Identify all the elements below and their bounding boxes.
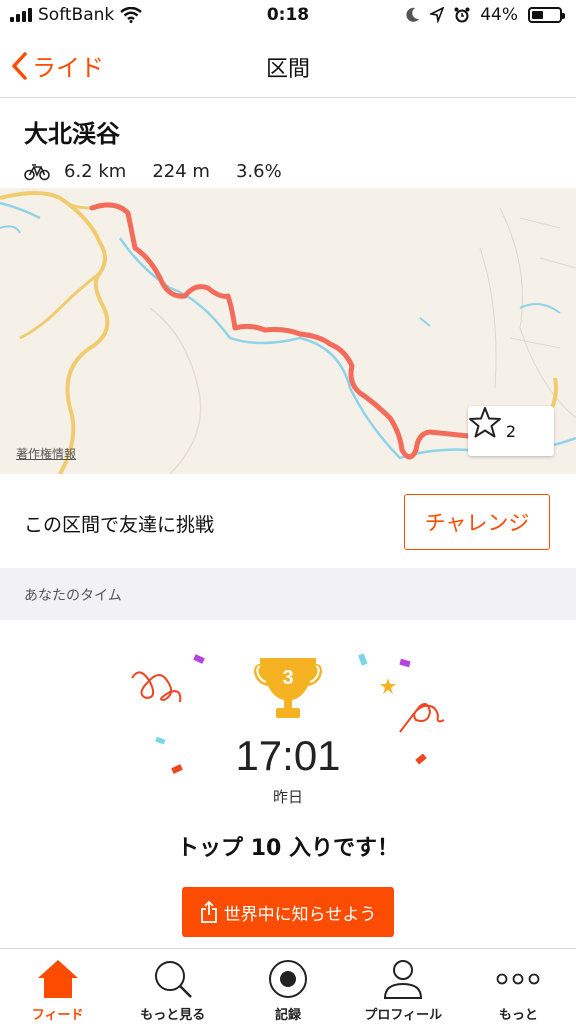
bicycle-icon	[24, 163, 50, 180]
your-time-card: 3 17:01 昨日 トップ 10 入りです！ 世界中に知らせよう	[0, 620, 576, 948]
segment-grade: 3.6%	[235, 161, 282, 182]
battery-percent: 44%	[480, 5, 518, 25]
more-icon	[495, 957, 541, 1001]
challenge-button[interactable]: チャレンジ	[404, 494, 550, 550]
profile-icon	[380, 957, 426, 1001]
tab-label: フィード	[31, 1008, 84, 1023]
home-icon	[35, 957, 81, 1001]
nav-bar: ライド 区間	[0, 32, 576, 98]
segment-time-date: 昨日	[272, 788, 303, 806]
share-icon	[200, 900, 217, 923]
your-time-header: あなたのタイム	[24, 588, 122, 604]
share-button[interactable]: 世界中に知らせよう	[182, 887, 394, 937]
trophy-icon: 3	[254, 658, 322, 718]
segment-stats: 6.2 km 224 m 3.6%	[24, 161, 308, 182]
segment-header: 大北渓谷 6.2 km 224 m 3.6%	[24, 114, 308, 182]
star-count: 2	[505, 421, 517, 441]
segment-name: 大北渓谷	[24, 120, 120, 148]
tab-label: 記録	[275, 1008, 302, 1023]
segment-distance: 6.2 km	[64, 161, 127, 182]
share-button-label: 世界中に知らせよう	[223, 904, 377, 925]
tab-explore[interactable]: もっと見る	[115, 949, 230, 1024]
record-icon	[265, 957, 311, 1001]
tab-profile[interactable]: プロフィール	[346, 949, 461, 1024]
svg-text:3: 3	[282, 667, 293, 689]
moon-icon	[406, 7, 420, 22]
star-segment-button[interactable]: 2	[468, 406, 554, 456]
tab-bar: フィード もっと見る 記録 プロフィール もっと	[0, 948, 576, 1024]
status-bar: SoftBank 0:18 44%	[0, 0, 576, 32]
tab-feed[interactable]: フィード	[0, 949, 115, 1024]
location-icon	[430, 7, 445, 23]
challenge-text: この区間で友達に挑戦	[24, 514, 215, 536]
tab-more[interactable]: もっと	[461, 949, 576, 1024]
tab-record[interactable]: 記録	[230, 949, 345, 1024]
alarm-icon	[454, 7, 470, 23]
tab-label: もっと見る	[140, 1008, 206, 1023]
tab-label: もっと	[498, 1008, 538, 1023]
battery-icon	[528, 7, 565, 23]
segment-map[interactable]: 著作権情報 2	[0, 188, 576, 474]
map-copyright-link[interactable]: 著作権情報	[16, 445, 76, 462]
rank-message: トップ 10 入りです！	[177, 836, 399, 861]
challenge-row: この区間で友達に挑戦 チャレンジ	[0, 474, 576, 568]
segment-time: 17:01	[235, 732, 341, 779]
star-icon	[469, 407, 501, 438]
tab-label: プロフィール	[364, 1008, 443, 1023]
segment-elevation: 224 m	[152, 161, 210, 182]
section-header: あなたのタイム	[0, 568, 576, 620]
search-icon	[150, 957, 196, 1001]
page-title: 区間	[265, 57, 310, 82]
